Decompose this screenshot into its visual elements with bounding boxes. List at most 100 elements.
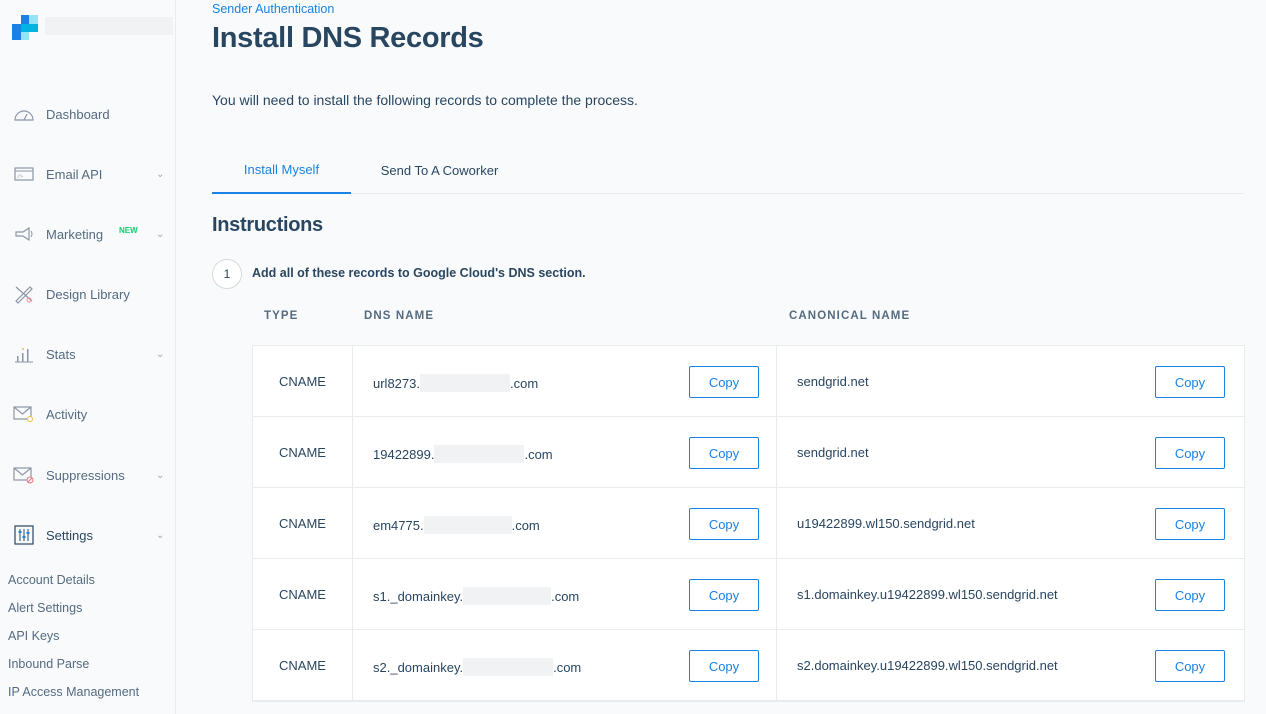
chevron-down-icon[interactable]: ⌄ [156, 229, 164, 240]
dns-name-prefix: s2._domainkey. [373, 659, 464, 675]
dns-name-value: s2._domainkey. .com [373, 658, 581, 676]
envelope-search-icon [12, 402, 36, 426]
megaphone-icon [12, 222, 36, 246]
redacted-domain [434, 445, 525, 463]
intro-text: You will need to install the following r… [212, 92, 638, 108]
copy-canonical-name-button[interactable]: Copy [1155, 650, 1225, 682]
canonical-name-cell: sendgrid.net Copy [777, 417, 1245, 487]
design-tools-icon [12, 282, 36, 306]
table-row: CNAME s2._domainkey. .com Copy s2.domaink… [253, 630, 1244, 701]
dns-name-prefix: 19422899. [373, 446, 435, 462]
dns-name-value: 19422899. .com [373, 445, 553, 463]
logo-square [21, 32, 29, 40]
dashboard-gauge-icon [12, 102, 36, 126]
copy-canonical-name-button[interactable]: Copy [1155, 366, 1225, 398]
settings-sub-ip-access-management[interactable]: IP Access Management [8, 685, 139, 699]
section-title: Instructions [212, 214, 323, 236]
tab-send-to-coworker[interactable]: Send To A Coworker [367, 146, 512, 194]
chevron-down-icon[interactable]: ⌄ [156, 470, 164, 481]
page-title: Install DNS Records [212, 22, 484, 54]
canonical-name-cell: sendgrid.net Copy [777, 346, 1245, 416]
column-header-type: TYPE [264, 310, 299, 322]
canonical-name-value: s1.domainkey.u19422899.wl150.sendgrid.ne… [797, 587, 1058, 602]
dns-name-value: s1._domainkey. .com [373, 587, 579, 605]
copy-canonical-name-button[interactable]: Copy [1155, 437, 1225, 469]
dns-name-value: em4775. .com [373, 516, 540, 534]
column-header-canonical-name: CANONICAL NAME [789, 310, 911, 322]
copy-dns-name-button[interactable]: Copy [689, 366, 759, 398]
dns-name-cell: s1._domainkey. .com Copy [353, 559, 777, 629]
sidebar: Dashboard /> Email API ⌄ Marketing NEW ⌄ Design… [0, 0, 176, 714]
logo-square [21, 24, 38, 32]
redacted-domain [463, 658, 554, 676]
sidebar-item-label: Stats [46, 346, 76, 362]
copy-dns-name-button[interactable]: Copy [689, 650, 759, 682]
table-row: CNAME 19422899. .com Copy sendgrid.net Co… [253, 417, 1244, 488]
step-instruction: Add all of these records to Google Cloud… [252, 266, 586, 280]
code-window-icon: /> [12, 162, 36, 186]
sidebar-item-dashboard[interactable]: Dashboard [0, 94, 176, 134]
sidebar-item-label: Activity [46, 406, 88, 422]
sidebar-item-design-library[interactable]: Design Library [0, 274, 176, 314]
sidebar-item-email-api[interactable]: /> Email API ⌄ [0, 154, 176, 194]
canonical-name-value: s2.domainkey.u19422899.wl150.sendgrid.ne… [797, 658, 1058, 673]
svg-text:/>: /> [17, 174, 23, 180]
sidebar-item-activity[interactable]: Activity [0, 394, 176, 434]
dns-name-suffix: .com [524, 446, 553, 462]
settings-sliders-icon [12, 523, 36, 547]
tab-install-myself[interactable]: Install Myself [212, 146, 351, 194]
dns-name-prefix: em4775. [373, 517, 424, 533]
copy-canonical-name-button[interactable]: Copy [1155, 579, 1225, 611]
dns-name-prefix: s1._domainkey. [373, 588, 464, 604]
dns-name-cell: s2._domainkey. .com Copy [353, 630, 777, 700]
chevron-down-icon[interactable]: ⌄ [156, 349, 164, 360]
settings-sub-inbound-parse[interactable]: Inbound Parse [8, 657, 89, 671]
new-badge: NEW [119, 226, 138, 235]
table-row: CNAME em4775. .com Copy u19422899.wl150.s… [253, 488, 1244, 559]
sidebar-item-suppressions[interactable]: Suppressions ⌄ [0, 455, 176, 495]
record-type: CNAME [253, 346, 353, 416]
sidebar-item-stats[interactable]: Stats ⌄ [0, 334, 176, 374]
canonical-name-value: sendgrid.net [797, 445, 869, 460]
canonical-name-cell: s2.domainkey.u19422899.wl150.sendgrid.ne… [777, 630, 1245, 700]
sidebar-item-settings[interactable]: Settings ⌄ [0, 515, 176, 555]
column-header-dns-name: DNS NAME [364, 310, 435, 322]
record-type: CNAME [253, 559, 353, 629]
copy-dns-name-button[interactable]: Copy [689, 508, 759, 540]
logo-square [29, 15, 38, 24]
redacted-domain [419, 374, 510, 392]
sidebar-item-label: Settings [46, 527, 93, 543]
account-name-redacted[interactable] [45, 17, 173, 35]
record-type: CNAME [253, 488, 353, 558]
dns-name-suffix: .com [511, 517, 540, 533]
settings-sub-api-keys[interactable]: API Keys [8, 629, 59, 643]
bar-chart-icon [12, 342, 36, 366]
chevron-down-icon[interactable]: ⌄ [156, 169, 164, 180]
dns-name-prefix: url8273. [373, 375, 420, 391]
copy-canonical-name-button[interactable]: Copy [1155, 508, 1225, 540]
settings-sub-alert-settings[interactable]: Alert Settings [8, 601, 82, 615]
settings-sub-account-details[interactable]: Account Details [8, 573, 95, 587]
sidebar-item-label: Suppressions [46, 467, 125, 483]
record-type: CNAME [253, 417, 353, 487]
dns-name-suffix: .com [553, 659, 582, 675]
dns-name-cell: url8273. .com Copy [353, 346, 777, 416]
chevron-down-icon[interactable]: ⌄ [156, 530, 164, 541]
canonical-name-value: sendgrid.net [797, 374, 869, 389]
breadcrumb[interactable]: Sender Authentication [212, 2, 334, 16]
envelope-blocked-icon [12, 463, 36, 487]
redacted-domain [463, 587, 552, 605]
dns-name-value: url8273. .com [373, 374, 538, 392]
dns-name-suffix: .com [509, 375, 539, 391]
redacted-domain [423, 516, 512, 534]
canonical-name-value: u19422899.wl150.sendgrid.net [797, 516, 975, 531]
copy-dns-name-button[interactable]: Copy [689, 437, 759, 469]
copy-dns-name-button[interactable]: Copy [689, 579, 759, 611]
step-number: 1 [212, 259, 242, 289]
dns-records-table: CNAME url8273. .com Copy sendgrid.net Cop… [252, 345, 1245, 702]
sendgrid-logo[interactable] [12, 15, 38, 41]
sidebar-item-marketing[interactable]: Marketing NEW ⌄ [0, 214, 176, 254]
sidebar-item-label: Email API [46, 166, 103, 182]
dns-name-cell: 19422899. .com Copy [353, 417, 777, 487]
logo-square [12, 24, 21, 40]
